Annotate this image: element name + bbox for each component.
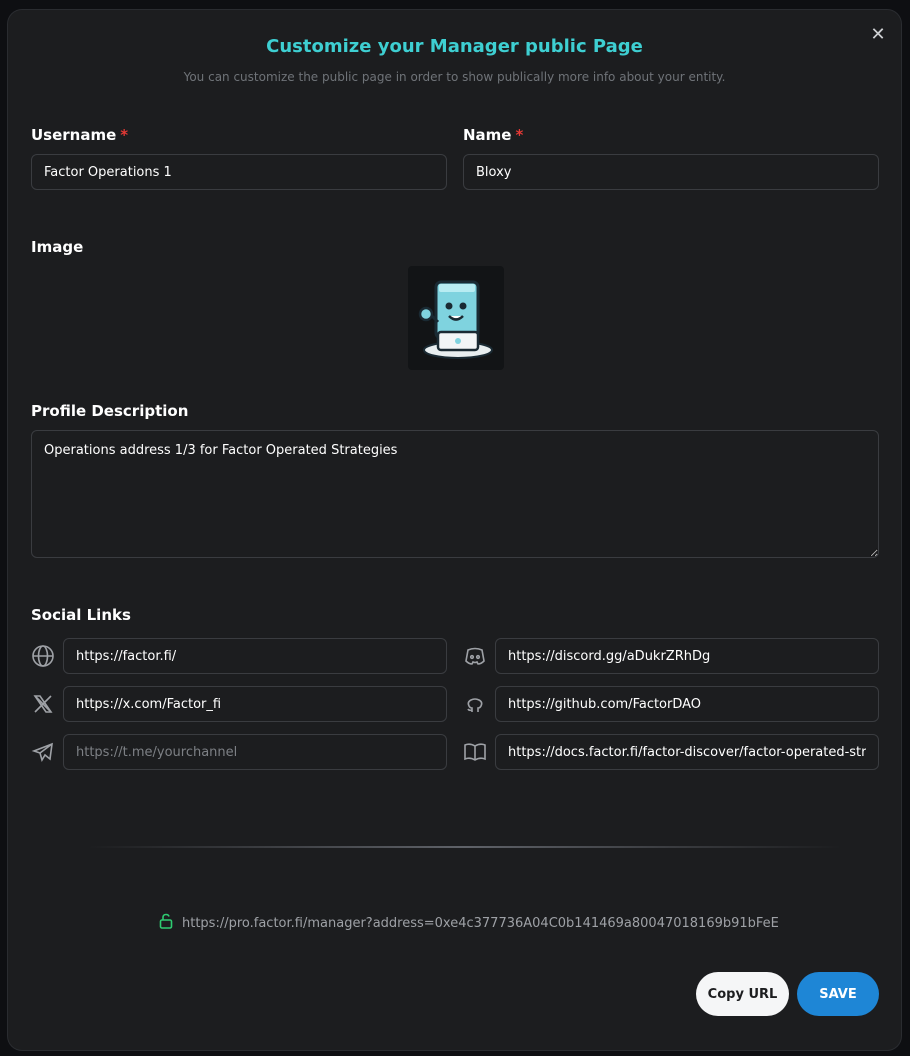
username-label-text: Username bbox=[31, 126, 117, 144]
required-mark: * bbox=[515, 126, 524, 144]
public-url-row: https://pro.factor.fi/manager?address=0x… bbox=[158, 913, 779, 933]
discord-input[interactable] bbox=[495, 638, 879, 674]
name-input[interactable] bbox=[463, 154, 879, 190]
username-label: Username * bbox=[31, 126, 128, 144]
required-mark: * bbox=[120, 126, 129, 144]
discord-icon bbox=[463, 644, 487, 668]
name-label: Name * bbox=[463, 126, 523, 144]
divider bbox=[88, 846, 841, 848]
description-label: Profile Description bbox=[31, 402, 189, 420]
modal-subtitle: You can customize the public page in ord… bbox=[183, 70, 726, 84]
customize-manager-modal: ✕ Customize your Manager public Page You… bbox=[8, 10, 901, 1050]
mascot-illustration bbox=[418, 280, 493, 359]
github-icon bbox=[463, 692, 487, 716]
unlock-icon bbox=[158, 913, 174, 933]
x-input[interactable] bbox=[63, 686, 447, 722]
name-label-text: Name bbox=[463, 126, 512, 144]
username-input[interactable] bbox=[31, 154, 447, 190]
public-url-text[interactable]: https://pro.factor.fi/manager?address=0x… bbox=[182, 916, 779, 931]
image-label: Image bbox=[31, 238, 84, 256]
modal-title: Customize your Manager public Page bbox=[266, 36, 643, 57]
book-icon bbox=[463, 740, 487, 764]
social-links-label: Social Links bbox=[31, 606, 131, 624]
telegram-input[interactable] bbox=[63, 734, 447, 770]
docs-input[interactable] bbox=[495, 734, 879, 770]
save-button[interactable]: SAVE bbox=[797, 972, 879, 1016]
telegram-icon bbox=[31, 740, 55, 764]
github-input[interactable] bbox=[495, 686, 879, 722]
website-input[interactable] bbox=[63, 638, 447, 674]
copy-url-button[interactable]: Copy URL bbox=[696, 972, 789, 1016]
avatar-image[interactable] bbox=[408, 266, 504, 370]
description-textarea[interactable]: Operations address 1/3 for Factor Operat… bbox=[31, 430, 879, 558]
x-icon bbox=[31, 692, 55, 716]
globe-icon bbox=[31, 644, 55, 668]
